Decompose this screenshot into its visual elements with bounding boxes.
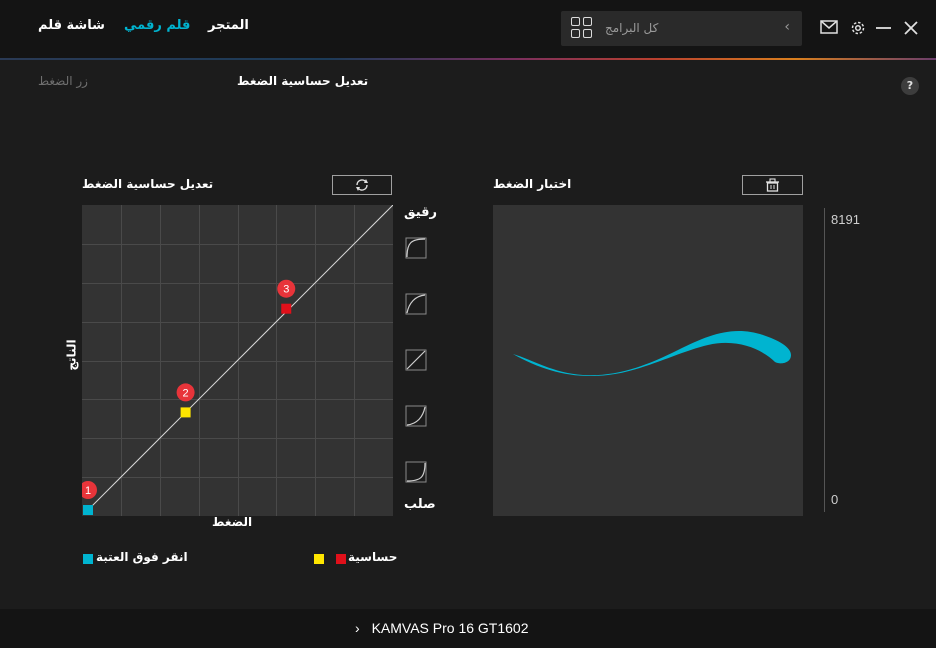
tab-pen-tablet[interactable]: قلم رقمي xyxy=(124,18,190,33)
pressure-curve-svg[interactable]: 1 2 3 xyxy=(79,204,394,516)
device-bar: › KAMVAS Pro 16 GT1602 xyxy=(0,609,936,648)
top-bar: المتجر قلم رقمي شاشة قلم كل البرامج ‹ xyxy=(0,0,936,60)
reset-curve-button[interactable] xyxy=(332,175,392,195)
pressure-test-title: اختبار الضغط xyxy=(493,177,572,191)
preset-hardest-icon[interactable] xyxy=(405,461,427,483)
pressure-curve-graph[interactable]: 1 2 3 xyxy=(79,204,394,516)
pressure-curve-line xyxy=(87,204,394,511)
point-number-label: 2 xyxy=(183,387,189,399)
program-selector-label: كل البرامج xyxy=(605,21,659,35)
chevron-right-icon: › xyxy=(355,620,360,636)
mail-icon[interactable] xyxy=(820,20,838,34)
soft-label: رقيق xyxy=(404,205,438,220)
tab-pen-display[interactable]: شاشة قلم xyxy=(38,18,105,33)
curve-control-point[interactable] xyxy=(83,505,93,515)
device-name: KAMVAS Pro 16 GT1602 xyxy=(371,620,529,636)
grid-icon xyxy=(571,17,593,39)
device-selector[interactable]: › KAMVAS Pro 16 GT1602 xyxy=(355,620,529,636)
help-icon[interactable]: ? xyxy=(901,77,919,95)
preset-soft-icon[interactable] xyxy=(405,293,427,315)
pen-stroke xyxy=(513,330,791,377)
close-icon[interactable] xyxy=(904,20,918,36)
pressure-scale xyxy=(824,208,825,512)
curve-panel-title: تعديل حساسية الضغط xyxy=(82,177,214,191)
tab-store[interactable]: المتجر xyxy=(208,18,249,33)
pressure-test-area[interactable] xyxy=(493,205,803,516)
x-axis-label: الضغط xyxy=(212,515,253,529)
accent-divider xyxy=(0,58,936,60)
pressure-scale-max: 8191 xyxy=(831,212,860,227)
pressure-sensitivity-tab[interactable]: تعديل حساسية الضغط xyxy=(237,74,368,88)
threshold-legend-swatch xyxy=(83,554,93,564)
sensitivity-legend-swatch-yellow xyxy=(314,554,324,564)
point-number-label: 3 xyxy=(283,284,289,296)
gear-icon[interactable] xyxy=(850,20,866,36)
curve-control-point[interactable] xyxy=(281,303,292,314)
program-selector[interactable]: كل البرامج ‹ xyxy=(561,11,802,46)
sensitivity-legend-label: حساسية xyxy=(348,550,398,564)
threshold-legend-label: انقر فوق العتبة xyxy=(96,550,188,564)
pressure-scale-min: 0 xyxy=(831,492,839,507)
trash-icon xyxy=(766,178,779,192)
preset-linear-icon[interactable] xyxy=(405,349,427,371)
point-number-label: 1 xyxy=(85,485,91,497)
preset-softest-icon[interactable] xyxy=(405,237,427,259)
hard-label: صلب xyxy=(404,497,436,512)
preset-hard-icon[interactable] xyxy=(405,405,427,427)
chevron-left-icon: ‹ xyxy=(784,19,790,35)
clear-test-button[interactable] xyxy=(742,175,803,195)
pen-buttons-tab[interactable]: زر الضغط xyxy=(38,74,88,88)
refresh-icon xyxy=(356,179,368,191)
minimize-icon[interactable] xyxy=(876,20,891,36)
y-axis-label: الناتج xyxy=(64,339,79,371)
curve-control-point[interactable] xyxy=(180,407,191,418)
sensitivity-legend-swatch-red xyxy=(336,554,346,564)
